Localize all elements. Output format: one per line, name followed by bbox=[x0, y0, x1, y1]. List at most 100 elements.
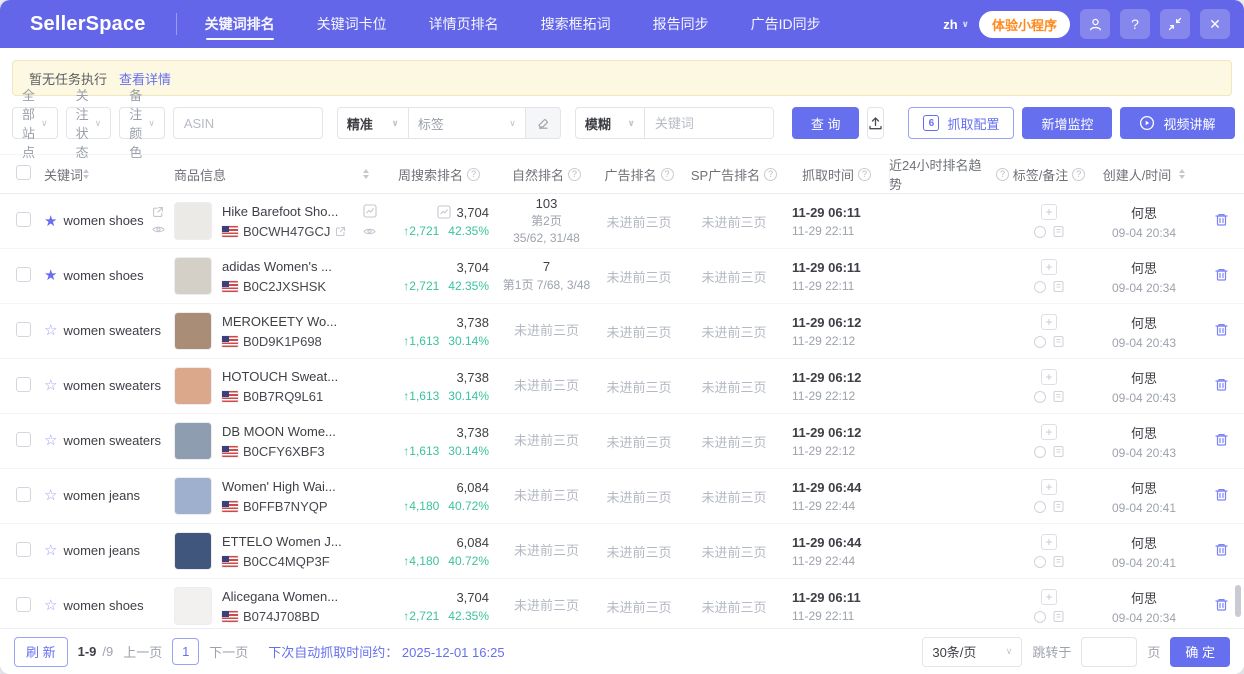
delete-row-icon[interactable] bbox=[1214, 542, 1229, 557]
info-icon[interactable]: ? bbox=[467, 168, 480, 181]
sort-icon[interactable] bbox=[1179, 169, 1185, 179]
column-creator-time[interactable]: 创建人/时间 bbox=[1089, 165, 1199, 184]
note-icon[interactable] bbox=[1052, 555, 1065, 568]
user-button[interactable] bbox=[1080, 9, 1110, 39]
open-keyword-link-icon[interactable] bbox=[152, 206, 165, 218]
nav-detail-page-rank[interactable]: 详情页排名 bbox=[429, 0, 499, 49]
prev-page-button[interactable]: 上一页 bbox=[123, 642, 162, 661]
add-tag-icon[interactable]: + bbox=[1041, 589, 1057, 605]
product-asin[interactable]: B0CC4MQP3F bbox=[243, 554, 330, 569]
star-icon[interactable] bbox=[44, 543, 57, 558]
eye-icon[interactable] bbox=[363, 225, 377, 238]
note-icon[interactable] bbox=[1052, 445, 1065, 458]
row-checkbox[interactable] bbox=[16, 432, 31, 447]
row-checkbox[interactable] bbox=[16, 377, 31, 392]
add-tag-icon[interactable]: + bbox=[1041, 479, 1057, 495]
info-icon[interactable]: ? bbox=[858, 168, 871, 181]
confirm-button[interactable]: 确 定 bbox=[1170, 637, 1230, 667]
note-icon[interactable] bbox=[1052, 280, 1065, 293]
note-color-select[interactable]: 备注颜色∨ bbox=[119, 107, 165, 139]
note-icon[interactable] bbox=[1052, 335, 1065, 348]
video-guide-button[interactable]: 视频讲解 bbox=[1120, 107, 1234, 139]
product-trend-chart-icon[interactable] bbox=[363, 204, 377, 218]
product-asin[interactable]: B074J708BD bbox=[243, 609, 320, 624]
nav-search-box-words[interactable]: 搜索框拓词 bbox=[541, 0, 611, 49]
info-icon[interactable]: ? bbox=[996, 168, 1009, 181]
row-checkbox[interactable] bbox=[16, 597, 31, 612]
add-monitor-button[interactable]: 新增监控 bbox=[1022, 107, 1112, 139]
note-icon[interactable] bbox=[1052, 390, 1065, 403]
current-page-button[interactable]: 1 bbox=[172, 638, 199, 665]
add-tag-icon[interactable]: + bbox=[1041, 204, 1057, 220]
product-title[interactable]: ETTELO Women J... bbox=[222, 534, 342, 549]
product-asin[interactable]: B0FFB7NYQP bbox=[243, 499, 328, 514]
site-select[interactable]: 全部站点∨ bbox=[12, 107, 58, 139]
star-icon[interactable] bbox=[44, 598, 57, 613]
search-button[interactable]: 查 询 bbox=[792, 107, 860, 139]
star-icon[interactable] bbox=[44, 378, 57, 393]
asin-input[interactable] bbox=[173, 107, 323, 139]
nav-keyword-rank[interactable]: 关键词排名 bbox=[205, 0, 275, 49]
vertical-scrollbar[interactable] bbox=[1235, 585, 1241, 617]
star-icon[interactable] bbox=[44, 323, 57, 338]
color-mark-icon[interactable] bbox=[1034, 501, 1046, 513]
note-icon[interactable] bbox=[1052, 610, 1065, 623]
mini-program-button[interactable]: 体验小程序 bbox=[979, 11, 1070, 38]
refresh-button[interactable]: 刷 新 bbox=[14, 637, 68, 667]
star-icon[interactable] bbox=[44, 433, 57, 448]
color-mark-icon[interactable] bbox=[1034, 556, 1046, 568]
eye-icon[interactable] bbox=[152, 223, 165, 236]
note-icon[interactable] bbox=[1052, 225, 1065, 238]
external-link-icon[interactable] bbox=[335, 226, 346, 237]
follow-status-select[interactable]: 关注状态∨ bbox=[66, 107, 112, 139]
note-icon[interactable] bbox=[1052, 500, 1065, 513]
color-mark-icon[interactable] bbox=[1034, 446, 1046, 458]
close-window-button[interactable]: ✕ bbox=[1200, 9, 1230, 39]
page-size-select[interactable]: 30条/页 ∨ bbox=[922, 637, 1022, 667]
delete-row-icon[interactable] bbox=[1214, 212, 1229, 227]
color-mark-icon[interactable] bbox=[1034, 281, 1046, 293]
product-title[interactable]: MEROKEETY Wo... bbox=[222, 314, 337, 329]
view-details-link[interactable]: 查看详情 bbox=[119, 69, 171, 88]
nav-report-sync[interactable]: 报告同步 bbox=[653, 0, 709, 49]
column-product[interactable]: 商品信息 bbox=[174, 165, 379, 184]
delete-row-icon[interactable] bbox=[1214, 267, 1229, 282]
delete-row-icon[interactable] bbox=[1214, 487, 1229, 502]
match-exact-select[interactable]: 精准∨ bbox=[337, 107, 409, 139]
color-mark-icon[interactable] bbox=[1034, 226, 1046, 238]
product-title[interactable]: Hike Barefoot Sho... bbox=[222, 204, 346, 219]
product-title[interactable]: DB MOON Wome... bbox=[222, 424, 336, 439]
tag-select[interactable]: 标签∨ bbox=[408, 107, 526, 139]
grab-config-button[interactable]: 6 抓取配置 bbox=[908, 107, 1014, 139]
row-checkbox[interactable] bbox=[16, 487, 31, 502]
product-asin[interactable]: B0CFY6XBF3 bbox=[243, 444, 325, 459]
nav-keyword-slot[interactable]: 关键词卡位 bbox=[317, 0, 387, 49]
color-mark-icon[interactable] bbox=[1034, 336, 1046, 348]
add-tag-icon[interactable]: + bbox=[1041, 314, 1057, 330]
product-asin[interactable]: B0CWH47GCJ bbox=[243, 224, 330, 239]
select-all-checkbox[interactable] bbox=[16, 165, 31, 180]
jump-page-input[interactable] bbox=[1081, 637, 1137, 667]
language-switcher[interactable]: zh ∨ bbox=[943, 17, 969, 32]
delete-row-icon[interactable] bbox=[1214, 322, 1229, 337]
product-asin[interactable]: B0C2JXSHSK bbox=[243, 279, 326, 294]
row-checkbox[interactable] bbox=[16, 212, 31, 227]
product-title[interactable]: Alicegana Women... bbox=[222, 589, 338, 604]
keyword-input[interactable] bbox=[644, 107, 774, 139]
product-asin[interactable]: B0B7RQ9L61 bbox=[243, 389, 323, 404]
delete-row-icon[interactable] bbox=[1214, 432, 1229, 447]
row-checkbox[interactable] bbox=[16, 267, 31, 282]
star-icon[interactable] bbox=[44, 268, 57, 283]
next-page-button[interactable]: 下一页 bbox=[209, 642, 248, 661]
sort-icon[interactable] bbox=[363, 169, 369, 179]
collapse-window-button[interactable] bbox=[1160, 9, 1190, 39]
add-tag-icon[interactable]: + bbox=[1041, 369, 1057, 385]
help-button[interactable]: ? bbox=[1120, 9, 1150, 39]
info-icon[interactable]: ? bbox=[764, 168, 777, 181]
rank-chart-icon[interactable] bbox=[437, 205, 451, 219]
product-asin[interactable]: B0D9K1P698 bbox=[243, 334, 322, 349]
row-checkbox[interactable] bbox=[16, 322, 31, 337]
star-icon[interactable] bbox=[44, 214, 57, 229]
sort-icon[interactable] bbox=[83, 169, 89, 179]
color-mark-icon[interactable] bbox=[1034, 391, 1046, 403]
